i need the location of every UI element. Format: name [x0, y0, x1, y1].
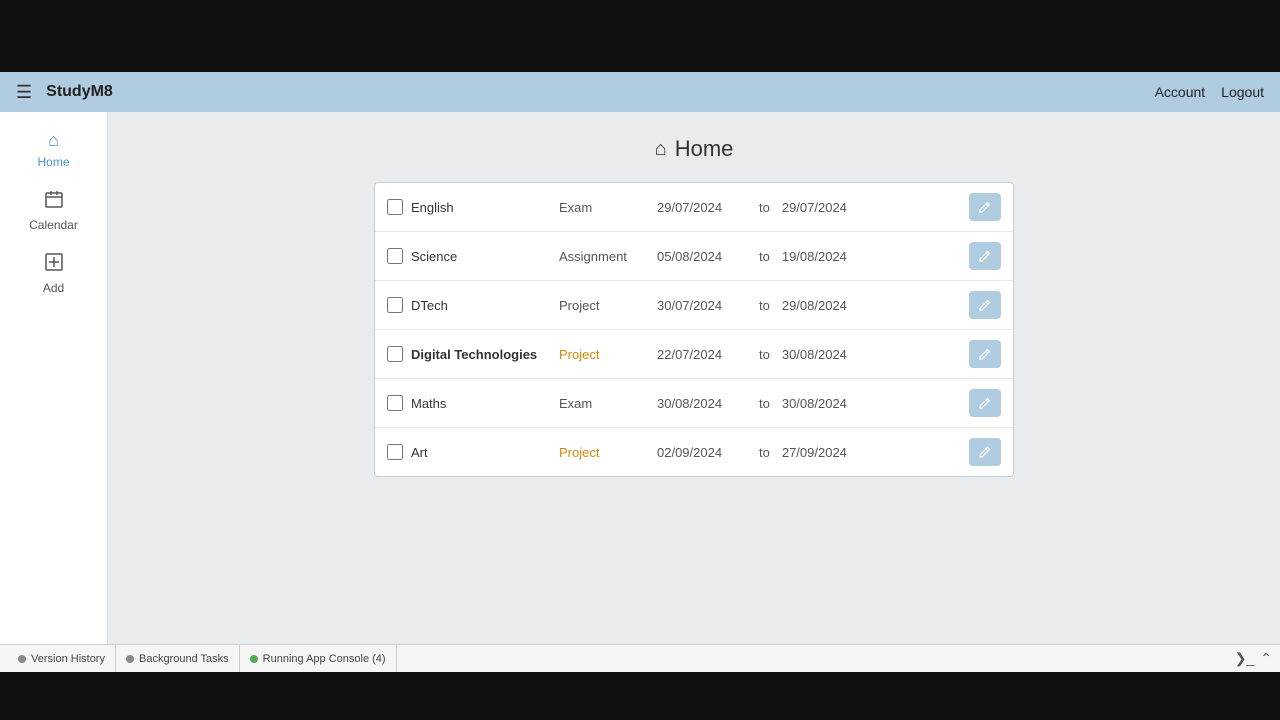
- task-edit-button-5[interactable]: [969, 438, 1001, 466]
- version-history-label: Version History: [31, 653, 105, 665]
- task-date-start-1: 05/08/2024: [657, 249, 747, 264]
- running-app-console-tab[interactable]: Running App Console (4): [240, 645, 397, 672]
- task-date-start-0: 29/07/2024: [657, 200, 747, 215]
- sidebar-item-add-label: Add: [43, 281, 64, 295]
- task-edit-button-3[interactable]: [969, 340, 1001, 368]
- task-row: Digital Technologies Project 22/07/2024 …: [375, 330, 1013, 379]
- bottom-bar: Version History Background Tasks Running…: [0, 644, 1280, 672]
- sidebar-item-calendar[interactable]: Calendar: [0, 179, 107, 242]
- task-edit-button-1[interactable]: [969, 242, 1001, 270]
- sidebar: ⌂ Home Calendar: [0, 112, 108, 644]
- console-icon-button[interactable]: ❯_: [1235, 650, 1255, 667]
- task-checkbox-1[interactable]: [387, 248, 403, 264]
- task-type-1: Assignment: [559, 249, 649, 264]
- running-app-console-label: Running App Console (4): [263, 653, 386, 665]
- task-subject-1: Science: [411, 249, 551, 264]
- page-title: ⌂ Home: [140, 136, 1248, 162]
- add-icon: [44, 252, 64, 277]
- task-date-end-5: 27/09/2024: [782, 445, 872, 460]
- task-row: English Exam 29/07/2024 to 29/07/2024: [375, 183, 1013, 232]
- task-row: Maths Exam 30/08/2024 to 30/08/2024: [375, 379, 1013, 428]
- task-row: Science Assignment 05/08/2024 to 19/08/2…: [375, 232, 1013, 281]
- task-edit-button-0[interactable]: [969, 193, 1001, 221]
- task-date-end-1: 19/08/2024: [782, 249, 872, 264]
- sidebar-item-home[interactable]: ⌂ Home: [0, 120, 107, 179]
- task-checkbox-3[interactable]: [387, 346, 403, 362]
- task-date-start-5: 02/09/2024: [657, 445, 747, 460]
- brand-name: StudyM8: [46, 83, 113, 101]
- home-icon: ⌂: [48, 130, 59, 151]
- task-to-0: to: [759, 200, 770, 215]
- background-tasks-dot: [126, 655, 134, 663]
- hamburger-menu-icon[interactable]: ☰: [16, 82, 32, 103]
- bottom-black-bar: [0, 672, 1280, 720]
- sidebar-item-add[interactable]: Add: [0, 242, 107, 305]
- task-edit-button-4[interactable]: [969, 389, 1001, 417]
- task-type-2: Project: [559, 298, 649, 313]
- task-date-end-2: 29/08/2024: [782, 298, 872, 313]
- top-navigation: ☰ StudyM8 Account Logout: [0, 72, 1280, 112]
- main-content: ⌂ Home English Exam 29/07/2024 to 29/07/…: [108, 112, 1280, 644]
- task-subject-4: Maths: [411, 396, 551, 411]
- task-date-start-2: 30/07/2024: [657, 298, 747, 313]
- task-checkbox-2[interactable]: [387, 297, 403, 313]
- task-edit-button-2[interactable]: [969, 291, 1001, 319]
- task-checkbox-5[interactable]: [387, 444, 403, 460]
- task-type-5: Project: [559, 445, 649, 460]
- task-to-4: to: [759, 396, 770, 411]
- task-subject-5: Art: [411, 445, 551, 460]
- task-checkbox-4[interactable]: [387, 395, 403, 411]
- task-date-end-4: 30/08/2024: [782, 396, 872, 411]
- sidebar-item-calendar-label: Calendar: [29, 218, 78, 232]
- background-tasks-label: Background Tasks: [139, 653, 229, 665]
- page-title-text: Home: [675, 136, 734, 162]
- top-black-bar: [0, 0, 1280, 72]
- task-date-start-3: 22/07/2024: [657, 347, 747, 362]
- task-table: English Exam 29/07/2024 to 29/07/2024 Sc…: [374, 182, 1014, 477]
- background-tasks-tab[interactable]: Background Tasks: [116, 645, 240, 672]
- task-subject-3: Digital Technologies: [411, 347, 551, 362]
- logout-link[interactable]: Logout: [1221, 84, 1264, 100]
- task-type-4: Exam: [559, 396, 649, 411]
- version-history-tab[interactable]: Version History: [8, 645, 116, 672]
- collapse-bottom-bar-button[interactable]: ⌃: [1260, 650, 1272, 667]
- version-history-dot: [18, 655, 26, 663]
- task-row: Art Project 02/09/2024 to 27/09/2024: [375, 428, 1013, 476]
- task-type-0: Exam: [559, 200, 649, 215]
- task-to-5: to: [759, 445, 770, 460]
- sidebar-item-home-label: Home: [37, 155, 69, 169]
- task-row: DTech Project 30/07/2024 to 29/08/2024: [375, 281, 1013, 330]
- task-checkbox-0[interactable]: [387, 199, 403, 215]
- page-title-home-icon: ⌂: [655, 138, 667, 161]
- account-link[interactable]: Account: [1155, 84, 1206, 100]
- task-to-3: to: [759, 347, 770, 362]
- task-date-end-3: 30/08/2024: [782, 347, 872, 362]
- task-subject-0: English: [411, 200, 551, 215]
- task-subject-2: DTech: [411, 298, 551, 313]
- task-to-2: to: [759, 298, 770, 313]
- task-date-start-4: 30/08/2024: [657, 396, 747, 411]
- task-to-1: to: [759, 249, 770, 264]
- calendar-icon: [44, 189, 64, 214]
- running-app-console-dot: [250, 655, 258, 663]
- task-date-end-0: 29/07/2024: [782, 200, 872, 215]
- task-type-3: Project: [559, 347, 649, 362]
